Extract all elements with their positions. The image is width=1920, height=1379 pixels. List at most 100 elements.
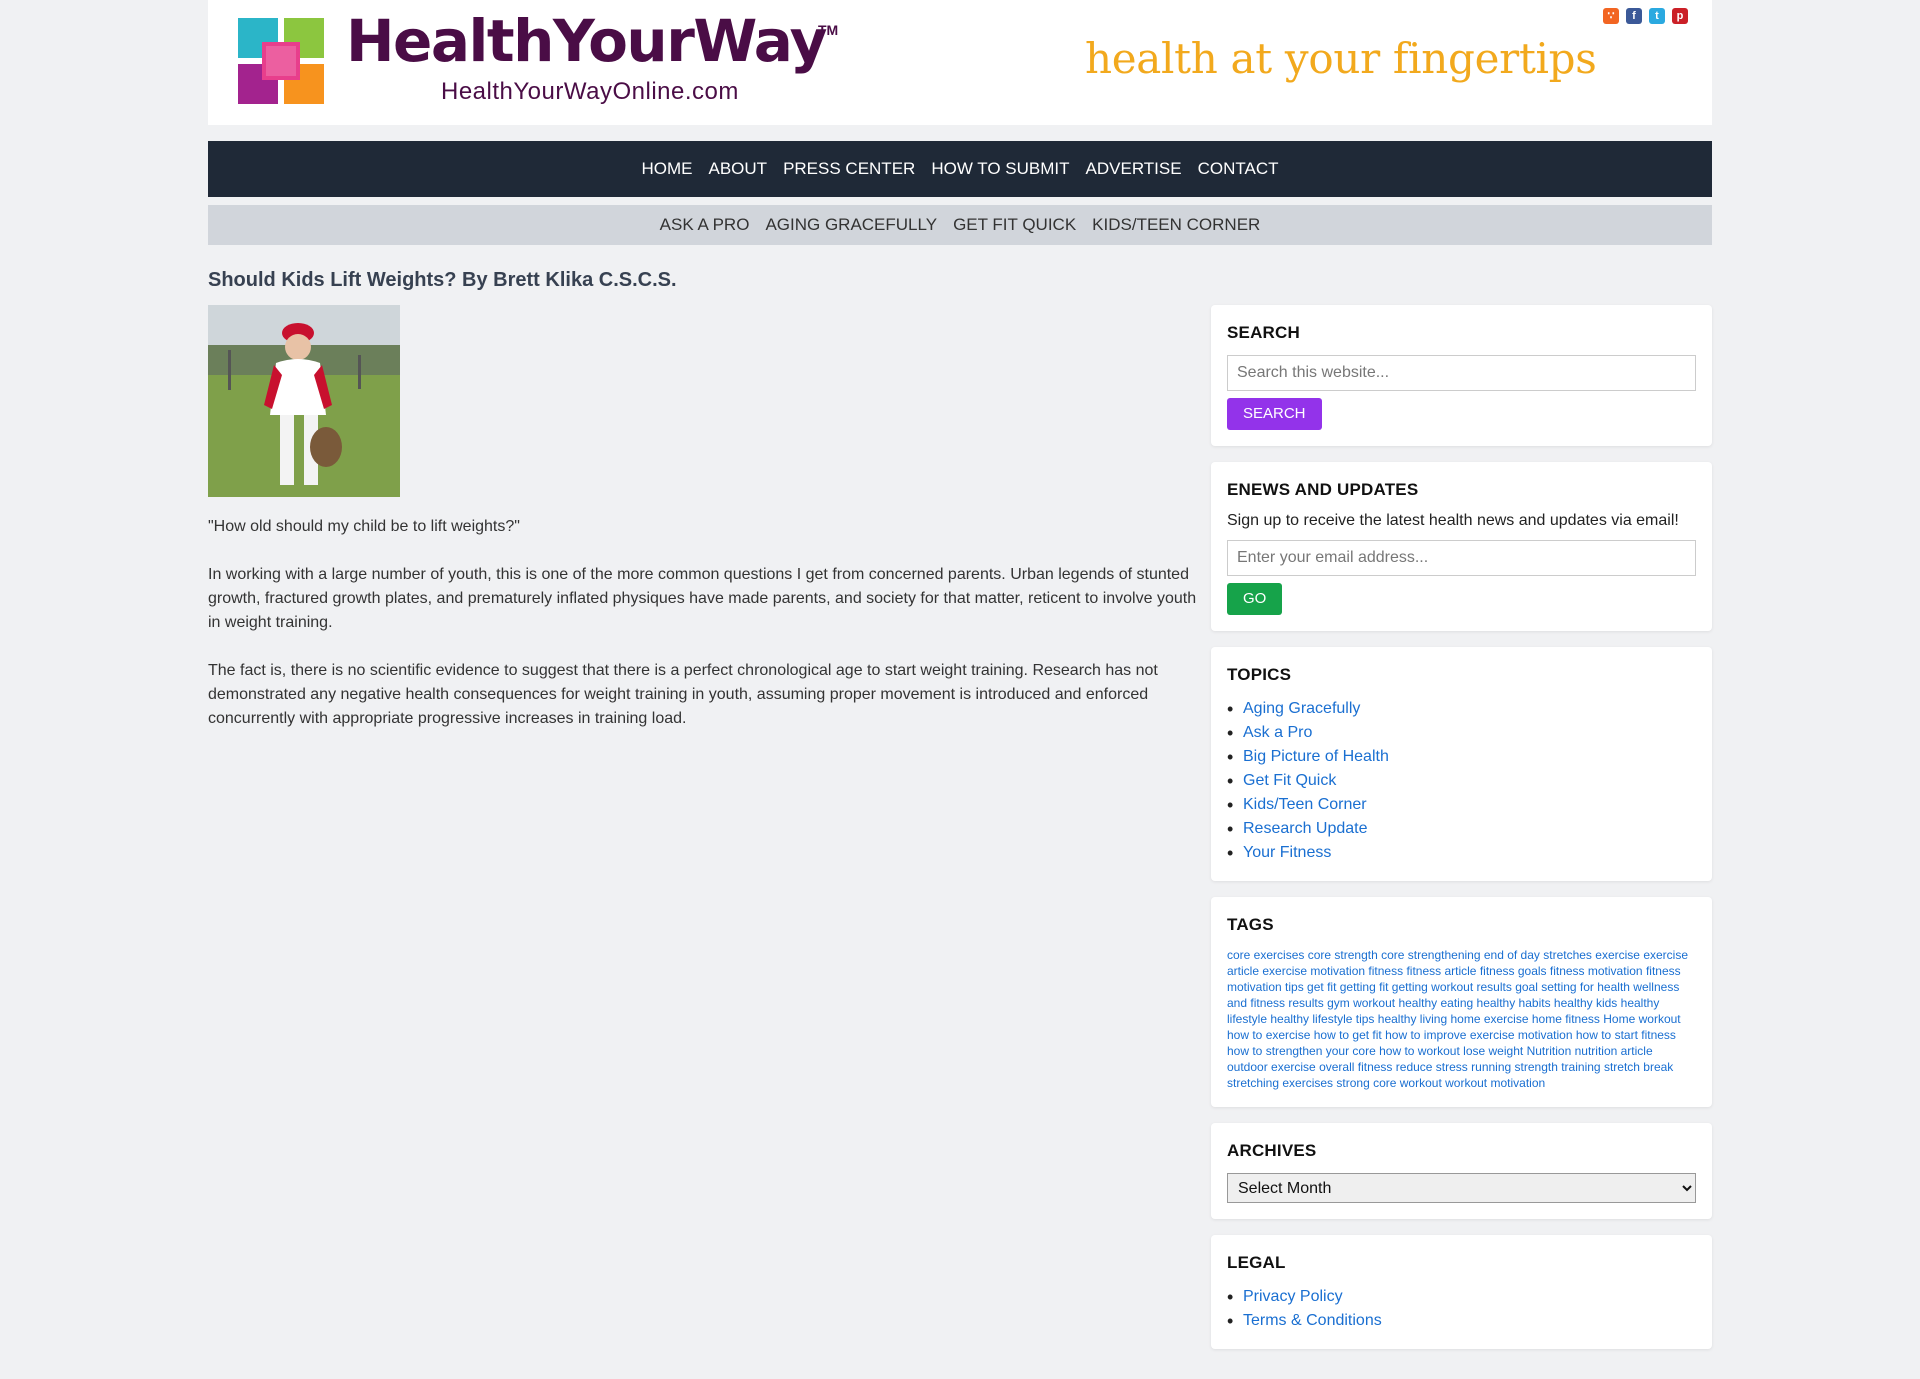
search-widget: SEARCH SEARCH: [1211, 305, 1712, 446]
post-content: "How old should my child be to lift weig…: [208, 305, 1198, 755]
tag-link[interactable]: home fitness: [1532, 1012, 1600, 1026]
tag-link[interactable]: fitness goals: [1480, 964, 1547, 978]
topic-link-big-picture-of-health[interactable]: Big Picture of Health: [1243, 748, 1389, 765]
nav-item-get-fit-quick[interactable]: GET FIT QUICK: [953, 215, 1076, 235]
nav-item-kids-teen-corner[interactable]: KIDS/TEEN CORNER: [1092, 215, 1260, 235]
nav-item-aging-gracefully[interactable]: AGING GRACEFULLY: [765, 215, 937, 235]
tag-link[interactable]: Home workout: [1603, 1012, 1680, 1026]
post-image: [208, 305, 400, 497]
social-links: ∵ f t p: [1603, 8, 1688, 24]
tag-link[interactable]: strength training: [1515, 1060, 1601, 1074]
logo-url[interactable]: HealthYourWayOnline.com: [441, 78, 739, 106]
list-item: Aging Gracefully: [1227, 697, 1696, 721]
rss-icon[interactable]: ∵: [1603, 8, 1619, 24]
widget-title: SEARCH: [1227, 323, 1300, 342]
tag-link[interactable]: reduce stress: [1396, 1060, 1468, 1074]
topics-widget: TOPICS Aging Gracefully Ask a Pro Big Pict…: [1211, 647, 1712, 881]
tag-link[interactable]: getting fit: [1340, 980, 1389, 994]
search-button[interactable]: SEARCH: [1227, 398, 1322, 430]
tag-link[interactable]: exercise: [1595, 948, 1640, 962]
tag-link[interactable]: fitness: [1368, 964, 1403, 978]
tag-link[interactable]: how to strengthen your core: [1227, 1044, 1376, 1058]
widget-title: LEGAL: [1227, 1253, 1286, 1272]
legal-link-terms-conditions[interactable]: Terms & Conditions: [1243, 1312, 1382, 1329]
tag-link[interactable]: exercise motivation: [1262, 964, 1365, 978]
tag-link[interactable]: stretching exercises: [1227, 1076, 1333, 1090]
tag-link[interactable]: how to exercise: [1227, 1028, 1310, 1042]
tag-link[interactable]: how to workout: [1379, 1044, 1460, 1058]
widget-title: ENEWS AND UPDATES: [1227, 480, 1419, 499]
go-button[interactable]: GO: [1227, 583, 1283, 615]
email-field[interactable]: [1227, 540, 1696, 576]
secondary-nav: ASK A PRO AGING GRACEFULLY GET FIT QUICK KI…: [208, 205, 1712, 245]
enews-widget: ENEWS AND UPDATES Sign up to receive the…: [1211, 462, 1712, 631]
tag-link[interactable]: end of day stretches: [1484, 948, 1592, 962]
twitter-icon[interactable]: t: [1649, 8, 1665, 24]
tag-link[interactable]: strong core workout: [1336, 1076, 1441, 1090]
post-body: "How old should my child be to lift weig…: [208, 515, 1198, 731]
tag-link[interactable]: running: [1471, 1060, 1511, 1074]
trademark-mark: TM: [818, 22, 839, 38]
tag-link[interactable]: lose weight: [1463, 1044, 1523, 1058]
nav-item-press-center[interactable]: PRESS CENTER: [783, 159, 915, 179]
list-item: Research Update: [1227, 817, 1696, 841]
nav-item-home[interactable]: HOME: [642, 159, 693, 179]
topic-link-your-fitness[interactable]: Your Fitness: [1243, 844, 1331, 861]
tag-link[interactable]: workout motivation: [1445, 1076, 1545, 1090]
nav-item-advertise[interactable]: ADVERTISE: [1086, 159, 1182, 179]
pinterest-icon[interactable]: p: [1672, 8, 1688, 24]
list-item: Kids/Teen Corner: [1227, 793, 1696, 817]
tag-link[interactable]: fitness article: [1406, 964, 1476, 978]
widget-title: ARCHIVES: [1227, 1141, 1317, 1160]
tag-link[interactable]: how to get fit: [1314, 1028, 1382, 1042]
nav-item-contact[interactable]: CONTACT: [1198, 159, 1279, 179]
tag-link[interactable]: healthy habits: [1477, 996, 1551, 1010]
archives-widget: ARCHIVES Select Month: [1211, 1123, 1712, 1219]
tag-link[interactable]: getting workout results: [1392, 980, 1512, 994]
list-item: Privacy Policy: [1227, 1285, 1696, 1309]
nav-item-about[interactable]: ABOUT: [709, 159, 768, 179]
logo-icon[interactable]: [238, 18, 324, 104]
tag-link[interactable]: stretch break: [1604, 1060, 1673, 1074]
nav-item-how-to-submit[interactable]: HOW TO SUBMIT: [931, 159, 1069, 179]
facebook-icon[interactable]: f: [1626, 8, 1642, 24]
post-title: Should Kids Lift Weights? By Brett Klika…: [208, 269, 677, 291]
tag-link[interactable]: goal setting for health: [1515, 980, 1630, 994]
search-input[interactable]: [1227, 355, 1696, 391]
tag-link[interactable]: core strengthening: [1381, 948, 1480, 962]
tag-link[interactable]: Nutrition: [1527, 1044, 1572, 1058]
nav-item-ask-a-pro[interactable]: ASK A PRO: [660, 215, 750, 235]
tag-link[interactable]: home exercise: [1450, 1012, 1528, 1026]
tag-link[interactable]: gym workout: [1327, 996, 1395, 1010]
tag-link[interactable]: how to start fitness: [1576, 1028, 1676, 1042]
tagline: health at your fingertips: [1085, 34, 1597, 83]
tag-link[interactable]: nutrition article: [1575, 1044, 1653, 1058]
topic-link-research-update[interactable]: Research Update: [1243, 820, 1368, 837]
topic-link-kids-teen-corner[interactable]: Kids/Teen Corner: [1243, 796, 1367, 813]
tag-link[interactable]: fitness motivation: [1550, 964, 1643, 978]
tag-link[interactable]: how to improve exercise motivation: [1385, 1028, 1572, 1042]
logo-text[interactable]: HealthYourWay: [346, 12, 827, 70]
legal-link-privacy-policy[interactable]: Privacy Policy: [1243, 1288, 1343, 1305]
sidebar: SEARCH SEARCH ENEWS AND UPDATES Sign up …: [1211, 305, 1712, 1365]
tag-link[interactable]: healthy living: [1378, 1012, 1447, 1026]
tag-link[interactable]: overall fitness: [1319, 1060, 1392, 1074]
tag-link[interactable]: healthy eating: [1398, 996, 1473, 1010]
tag-link[interactable]: get fit: [1307, 980, 1336, 994]
topic-link-get-fit-quick[interactable]: Get Fit Quick: [1243, 772, 1336, 789]
post-paragraph: In working with a large number of youth,…: [208, 566, 1197, 631]
topic-link-aging-gracefully[interactable]: Aging Gracefully: [1243, 700, 1360, 717]
topic-link-ask-a-pro[interactable]: Ask a Pro: [1243, 724, 1312, 741]
list-item: Ask a Pro: [1227, 721, 1696, 745]
topics-list: Aging Gracefully Ask a Pro Big Picture of …: [1227, 697, 1696, 865]
tag-link[interactable]: core exercises: [1227, 948, 1304, 962]
enews-lead: Sign up to receive the latest health new…: [1227, 512, 1679, 529]
list-item: Get Fit Quick: [1227, 769, 1696, 793]
tag-link[interactable]: core strength: [1308, 948, 1378, 962]
widget-title: TAGS: [1227, 915, 1274, 934]
site-header: HealthYourWay TM HealthYourWayOnline.com…: [208, 0, 1712, 125]
tag-link[interactable]: healthy lifestyle tips: [1270, 1012, 1374, 1026]
archives-select[interactable]: Select Month: [1227, 1173, 1696, 1203]
tag-link[interactable]: healthy kids: [1554, 996, 1617, 1010]
tag-link[interactable]: outdoor exercise: [1227, 1060, 1316, 1074]
